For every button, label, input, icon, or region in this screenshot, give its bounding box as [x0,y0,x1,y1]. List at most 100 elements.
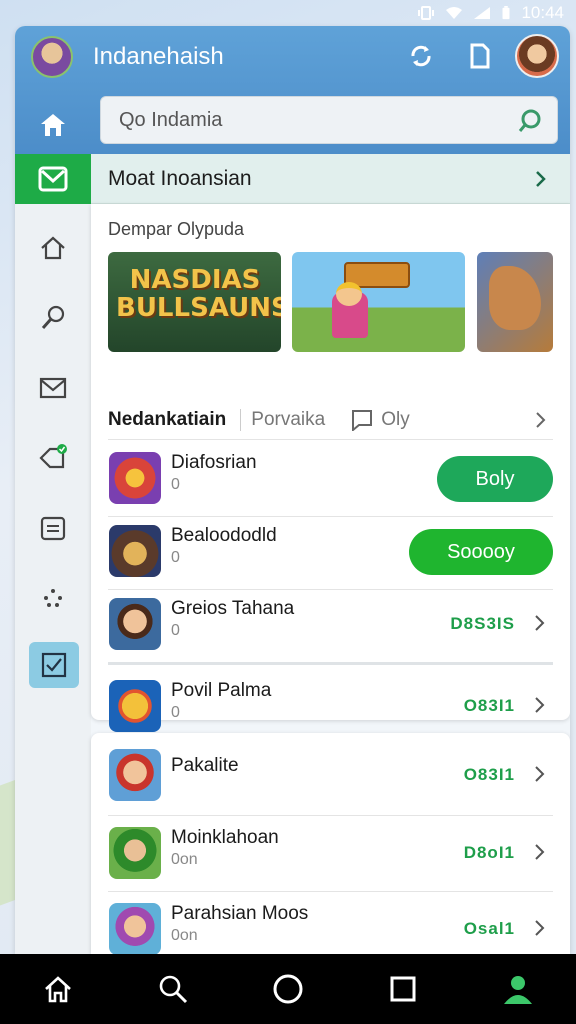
circle-icon [273,974,303,1004]
app-name: Diafosrian [171,452,257,473]
sidebar-item-more[interactable] [15,570,91,626]
chevron-right-icon [536,171,546,187]
featured-tile-1[interactable]: NASDIAS BULLSAUNS [108,252,281,352]
home-icon [41,114,65,136]
list-item[interactable]: Greios Tahana 0 D8S3IS [108,590,553,662]
nav-search[interactable] [151,967,195,1011]
vibrate-icon [418,6,435,20]
tag-icon [39,444,67,469]
nav-circle[interactable] [266,967,310,1011]
app-icon [109,680,161,732]
search-icon[interactable] [517,108,543,134]
list-item[interactable]: Parahsian Moos 0on Osal1 [108,895,553,954]
app-icon [109,525,161,577]
app-value: O83I1 [463,765,515,784]
game-character-head [336,282,362,306]
chevron-right-icon[interactable] [534,843,545,861]
app-value: O83I1 [463,696,515,715]
subnav-tabs: Nedankatiain Porvaika Oly [108,400,553,440]
subnav-tab-2[interactable]: Porvaika [241,409,351,431]
app-name: Povil Palma [171,680,272,701]
app-value: D8oI1 [463,843,515,862]
action-button[interactable]: Sooooy [409,529,553,575]
app-name: Pakalite [171,755,239,776]
square-icon [390,976,416,1002]
home-tab[interactable] [15,96,91,154]
magnifier-icon [41,305,65,329]
sidebar-item-search[interactable] [15,290,91,346]
divider [108,891,553,892]
chevron-right-icon[interactable] [534,614,545,632]
featured-tile-2[interactable] [292,252,465,352]
list-box-icon [40,516,66,541]
status-time: 10:44 [521,3,564,22]
app-sub: 0 [171,704,180,721]
nav-home[interactable] [36,967,80,1011]
mail-icon [38,166,68,192]
divider [108,662,553,665]
user-avatar[interactable] [31,36,73,78]
app-sub: 0 [171,549,180,566]
sidebar-item-tags[interactable] [15,430,91,486]
app-window: Indanehaish Qo Indamia Moat Inoansian De… [15,26,570,954]
bottom-nav [0,954,576,1024]
banner-label: Moat Inoansian [108,166,252,190]
subnav-tab-1[interactable]: Nedankatiain [108,408,242,431]
wifi-icon [446,7,463,19]
sidebar [15,154,91,954]
chat-icon [352,409,373,431]
list-item[interactable]: Moinklahoan 0on D8oI1 [108,819,553,891]
chevron-right-icon[interactable] [534,696,545,714]
action-button[interactable]: Boly [437,456,553,502]
category-banner[interactable]: Moat Inoansian [91,154,570,204]
sidebar-item-mail-active[interactable] [15,154,91,204]
profile-avatar[interactable] [515,34,559,78]
featured-tile-1-title: NASDIAS BULLSAUNS [116,265,281,323]
list-item[interactable]: Pakalite O83I1 [108,741,553,813]
app-name: Greios Tahana [171,598,295,619]
featured-tile-3[interactable] [477,252,553,352]
app-icon [109,749,161,801]
chevron-right-icon[interactable] [535,410,547,430]
sidebar-item-tasks-selected[interactable] [29,642,79,688]
sidebar-item-home[interactable] [15,220,91,276]
dots-icon [44,589,62,607]
sync-icon[interactable] [407,42,435,70]
search-input[interactable] [119,108,499,132]
app-title: Indanehaish [93,43,224,70]
featured-section-title: Dempar Olypuda [108,219,245,239]
app-sub: 0on [171,851,198,868]
checkbox-icon [41,652,67,678]
document-icon[interactable] [467,42,493,70]
status-bar: 10:44 [0,0,576,26]
nav-profile[interactable] [496,967,540,1011]
app-value: Osal1 [463,919,515,938]
home-outline-icon [41,236,65,260]
sidebar-item-messages[interactable] [15,360,91,416]
envelope-icon [39,377,67,399]
app-header: Indanehaish [15,26,570,154]
search-icon [159,975,187,1004]
app-icon [109,598,161,650]
list-item[interactable]: Bealoododld 0 Sooooy [108,517,553,589]
app-icon [109,903,161,954]
home-icon [44,976,71,1003]
person-icon [504,976,533,1004]
list-item[interactable]: Diafosrian 0 Boly [108,444,553,516]
nav-recent[interactable] [381,967,425,1011]
game-creature [489,266,541,330]
subnav-tab-3[interactable]: Oly [351,409,410,431]
main-card: Dempar Olypuda NASDIAS BULLSAUNS Nedanka… [91,204,570,732]
app-name: Bealoododld [171,525,277,546]
subnav-tab-3-label: Oly [381,408,410,430]
app-icon [109,827,161,879]
signal-icon [474,7,491,19]
chevron-right-icon[interactable] [534,919,545,937]
secondary-card: Pakalite O83I1 Moinklahoan 0on D8oI1 Par… [91,733,570,954]
app-sub: 0 [171,622,180,639]
sidebar-item-list[interactable] [15,500,91,556]
chevron-right-icon[interactable] [534,765,545,783]
app-value: D8S3IS [450,614,515,633]
search-bar[interactable] [100,96,558,144]
divider [108,815,553,816]
